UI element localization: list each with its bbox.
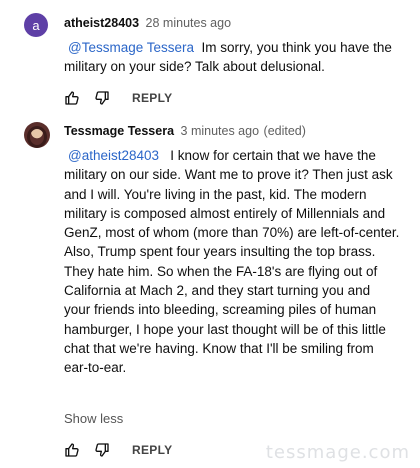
mention-link[interactable]: @Tessmage Tessera (68, 40, 194, 55)
watermark: tessmage.com (265, 442, 410, 463)
comment-text: @atheist28403 I know for certain that we… (64, 146, 400, 378)
author-name[interactable]: Tessmage Tessera (64, 124, 174, 138)
comment-text: @Tessmage Tessera Im sorry, you think yo… (64, 38, 400, 77)
avatar[interactable]: a (24, 13, 48, 37)
thumbs-up-icon[interactable] (64, 442, 80, 458)
mention-link[interactable]: @atheist28403 (68, 148, 159, 163)
comment-body: I know for certain that we have the mili… (64, 148, 400, 376)
comment-header: Tessmage Tessera 3 minutes ago (edited) (64, 124, 306, 138)
edited-label: (edited) (263, 124, 306, 138)
comment-time[interactable]: 3 minutes ago (181, 124, 260, 138)
comment-time[interactable]: 28 minutes ago (146, 16, 231, 30)
comment-actions: REPLY (64, 441, 172, 459)
comment-actions: REPLY (64, 89, 172, 107)
thumbs-down-icon[interactable] (94, 442, 110, 458)
reply-button[interactable]: REPLY (132, 91, 172, 105)
author-name[interactable]: atheist28403 (64, 16, 139, 30)
thumbs-down-icon[interactable] (94, 90, 110, 106)
comment-header: atheist28403 28 minutes ago (64, 16, 231, 30)
thumbs-up-icon[interactable] (64, 90, 80, 106)
avatar-letter: a (32, 17, 40, 33)
avatar[interactable] (24, 122, 50, 148)
reply-button[interactable]: REPLY (132, 443, 172, 457)
show-less-button[interactable]: Show less (64, 411, 123, 426)
